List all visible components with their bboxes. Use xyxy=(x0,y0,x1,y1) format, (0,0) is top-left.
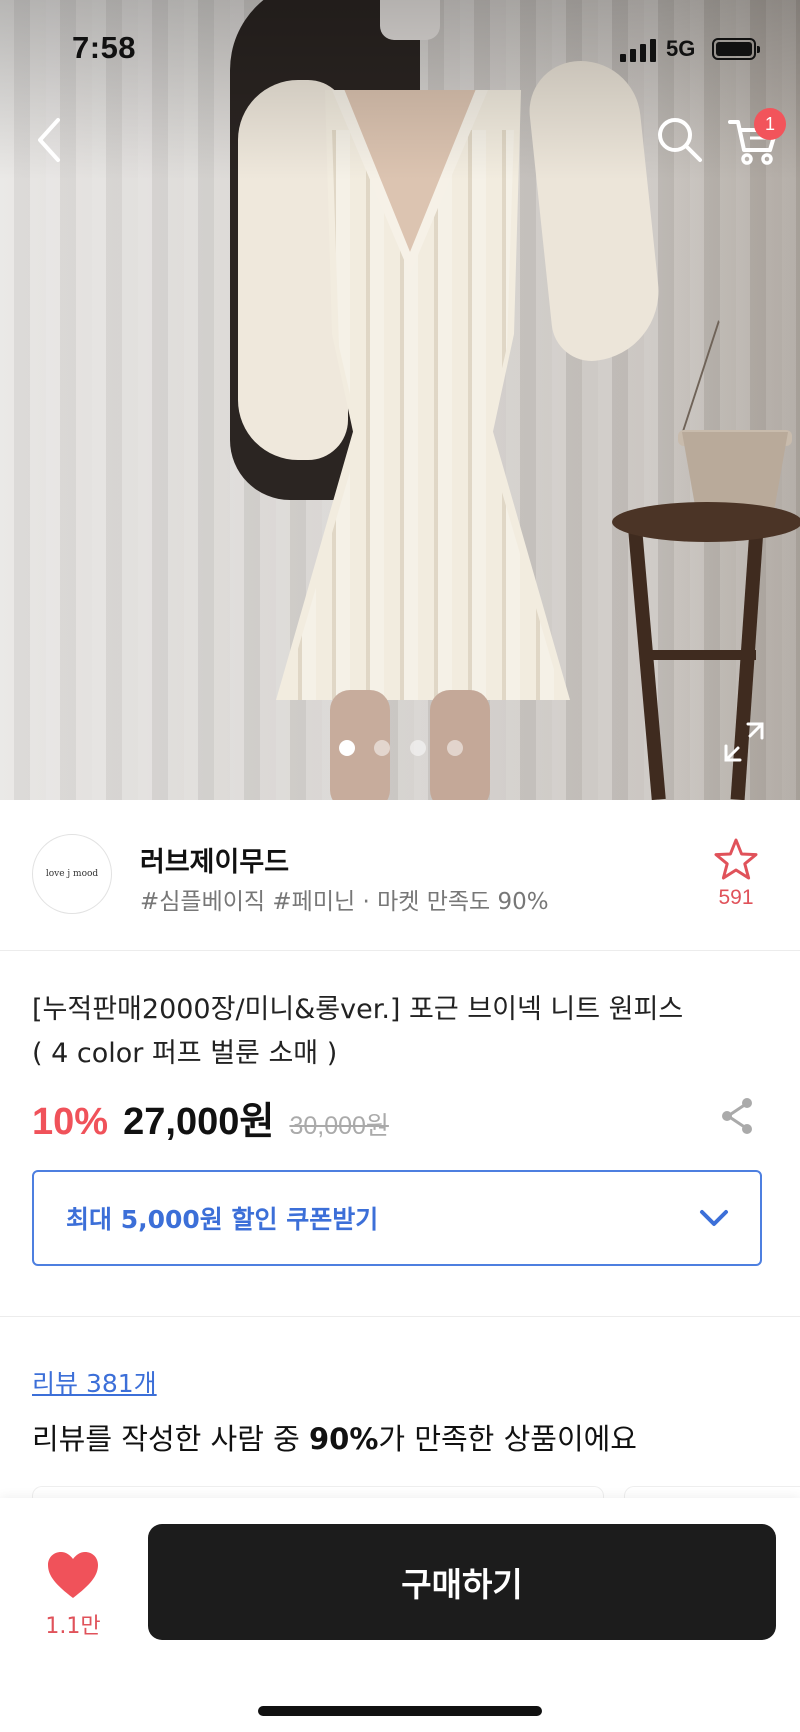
product-title-line: [누적판매2000장/미니&롱ver.] 포근 브이넥 니트 원피스 xyxy=(32,994,684,1025)
carousel-dot[interactable] xyxy=(447,740,463,756)
carousel-dot[interactable] xyxy=(410,740,426,756)
sale-price: 27,000원 xyxy=(123,1101,275,1143)
section-divider xyxy=(0,1316,800,1317)
heart-icon xyxy=(48,1552,98,1598)
stool-top xyxy=(612,502,800,542)
review-summary-suffix: 가 만족한 상품이에요 xyxy=(378,1422,637,1456)
review-summary: 리뷰를 작성한 사람 중 90%가 만족한 상품이에요 xyxy=(32,1416,637,1458)
carousel-dot[interactable] xyxy=(374,740,390,756)
buy-button[interactable]: 구매하기 xyxy=(148,1524,776,1640)
search-icon xyxy=(658,118,702,162)
review-satisfaction-rate: 90% xyxy=(309,1422,379,1456)
review-count-link[interactable]: 리뷰 381개 xyxy=(32,1364,157,1400)
share-icon xyxy=(722,1098,752,1134)
coupon-label: 최대 5,000원 할인 쿠폰받기 xyxy=(66,1205,379,1234)
discount-rate: 10% xyxy=(32,1101,109,1143)
carousel-indicator xyxy=(0,740,800,760)
expand-icon xyxy=(724,722,764,762)
product-title-line: ( 4 color 퍼프 벌룬 소매 ) xyxy=(32,1038,338,1069)
seller-logo: love j mood xyxy=(32,834,112,914)
share-button[interactable] xyxy=(718,1096,756,1136)
favorite-count: 591 xyxy=(718,886,754,909)
seller-tags: #심플베이직 #페미닌 · 마켓 만족도 90% xyxy=(140,889,549,915)
carousel-dot[interactable] xyxy=(339,740,355,756)
status-bar: 7:58 5G xyxy=(0,0,800,100)
coupon-download-button[interactable]: 최대 5,000원 할인 쿠폰받기 xyxy=(32,1170,762,1266)
original-price: 30,000원 xyxy=(289,1112,389,1140)
chevron-down-icon xyxy=(700,1210,728,1226)
stool-rung xyxy=(646,650,756,660)
favorite-shop-button[interactable] xyxy=(712,836,760,884)
chevron-left-icon xyxy=(38,118,60,162)
network-type: 5G xyxy=(666,36,696,61)
like-count: 1.1만 xyxy=(45,1614,101,1639)
battery-icon xyxy=(712,38,760,60)
purchase-bar: 1.1만 구매하기 xyxy=(0,1498,800,1732)
home-indicator xyxy=(258,1706,542,1716)
review-summary-prefix: 리뷰를 작성한 사람 중 xyxy=(32,1422,309,1456)
status-time: 7:58 xyxy=(72,30,137,65)
seller-section[interactable]: love j mood 러브제이무드 #심플베이직 #페미닌 · 마켓 만족도 … xyxy=(0,800,800,951)
fullscreen-button[interactable] xyxy=(722,720,766,764)
price-row: 10% 27,000원 30,000원 xyxy=(32,1090,772,1143)
signal-icon xyxy=(620,38,656,62)
cart-count-badge: 1 xyxy=(754,108,786,140)
back-button[interactable] xyxy=(28,112,72,168)
star-icon xyxy=(714,838,758,880)
like-button[interactable]: 1.1만 xyxy=(36,1550,110,1650)
seller-name: 러브제이무드 xyxy=(140,847,290,878)
search-button[interactable] xyxy=(654,114,704,164)
product-title: [누적판매2000장/미니&롱ver.] 포근 브이넥 니트 원피스 ( 4 c… xyxy=(32,988,772,1076)
